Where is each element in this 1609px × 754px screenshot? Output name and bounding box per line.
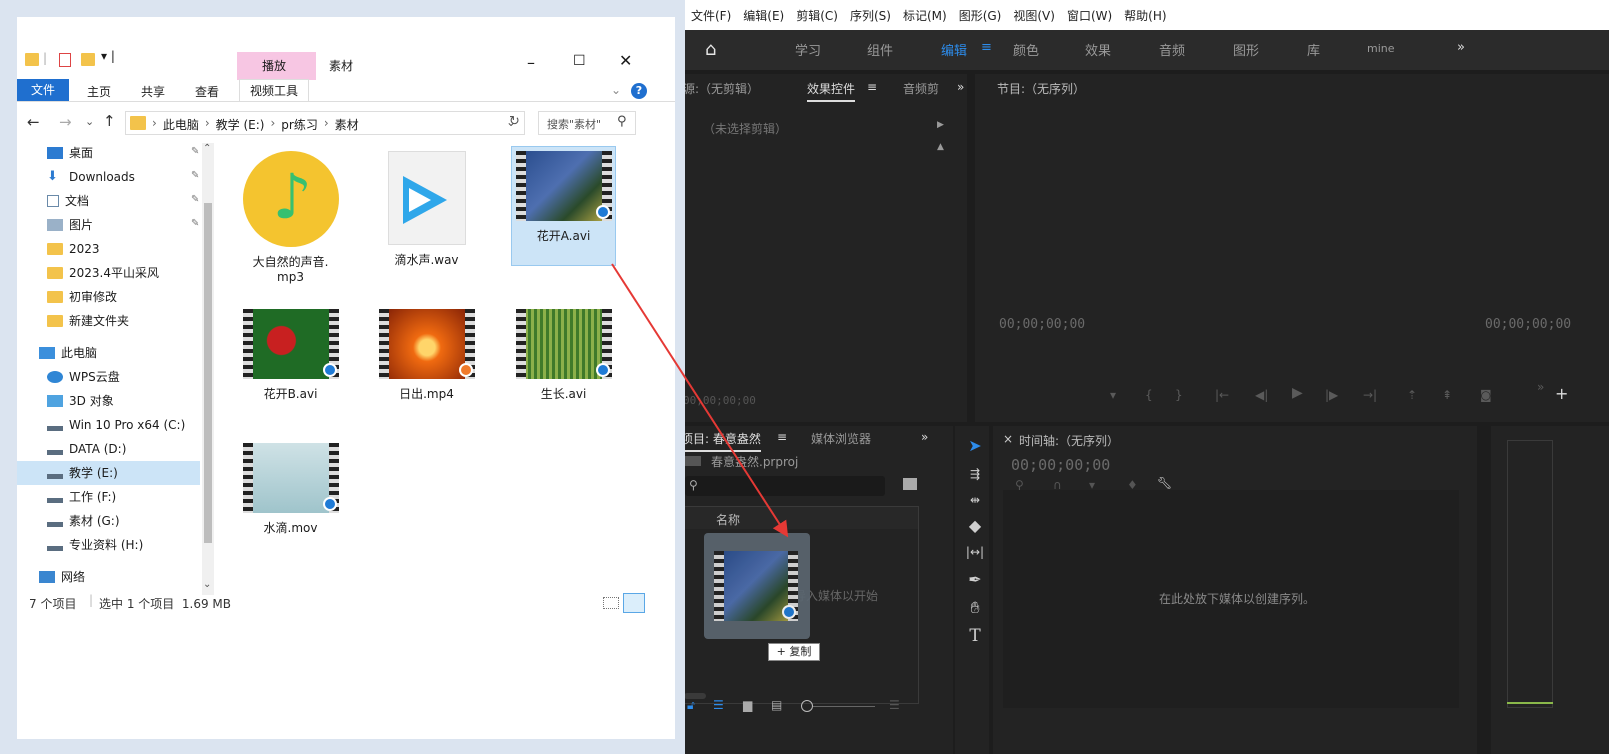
drag-arrow-overlay: [611, 263, 789, 538]
drag-arrow: [611, 263, 789, 538]
